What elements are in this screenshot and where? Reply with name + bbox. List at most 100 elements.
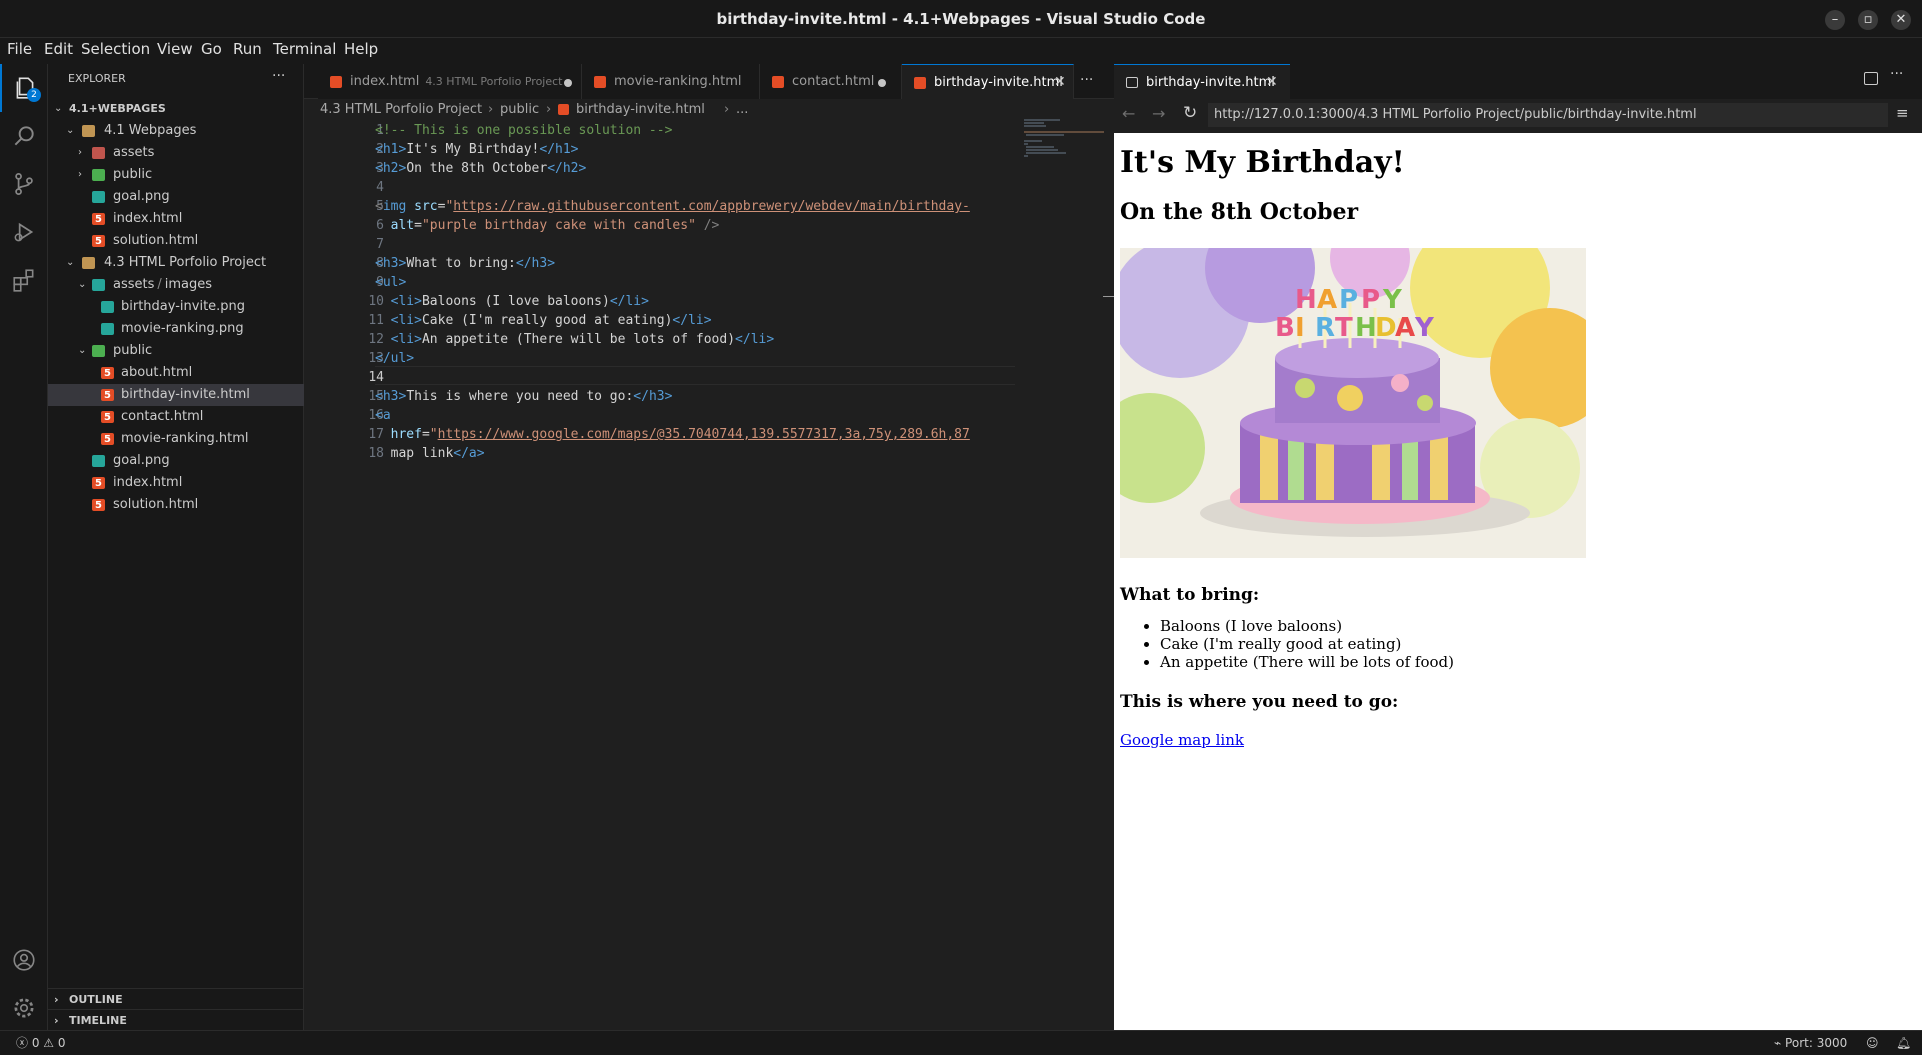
- notifications-bell-icon[interactable]: 🔔︎: [1896, 1031, 1911, 1055]
- feedback-icon[interactable]: ☺: [1866, 1031, 1879, 1055]
- tree-folder[interactable]: › assets: [48, 142, 304, 164]
- line-number: 18: [368, 446, 384, 461]
- reload-icon[interactable]: ↻: [1183, 103, 1197, 123]
- list-item: An appetite (There will be lots of food): [1160, 653, 1454, 671]
- tree-folder[interactable]: ⌄ 4.3 HTML Porfolio Project: [48, 252, 304, 274]
- extensions-icon[interactable]: [0, 256, 48, 304]
- unsaved-dot-icon: [878, 79, 886, 87]
- preview-more-button[interactable]: ···: [1890, 66, 1903, 82]
- outline-section[interactable]: › OUTLINE: [48, 988, 304, 1010]
- settings-gear-icon[interactable]: [0, 984, 48, 1032]
- tree-file[interactable]: movie-ranking.html: [48, 428, 304, 451]
- code-line: <h2>On the 8th October</h2>: [375, 161, 587, 176]
- tree-file[interactable]: movie-ranking.png: [48, 318, 304, 340]
- tree-file[interactable]: goal.png: [48, 450, 304, 472]
- close-window-button[interactable]: ✕: [1891, 10, 1911, 30]
- breadcrumb-symbol[interactable]: ...: [736, 99, 748, 121]
- folder-icon: [92, 169, 105, 181]
- breadcrumb-project[interactable]: 4.3 HTML Porfolio Project: [320, 99, 482, 121]
- url-input[interactable]: http://127.0.0.1:3000/4.3 HTML Porfolio …: [1208, 103, 1888, 127]
- close-tab-icon[interactable]: ✕: [1266, 65, 1278, 100]
- timeline-section[interactable]: › TIMELINE: [48, 1009, 304, 1031]
- forward-arrow-icon[interactable]: →: [1152, 104, 1165, 123]
- tree-folder[interactable]: › public: [48, 164, 304, 186]
- breadcrumb-public[interactable]: public: [500, 99, 539, 121]
- chevron-right-icon: ›: [488, 102, 494, 117]
- html-file-icon: [101, 385, 114, 407]
- tree-file-selected[interactable]: birthday-invite.html: [48, 384, 304, 407]
- line-number: 16: [368, 408, 384, 423]
- menu-run[interactable]: Run: [233, 40, 262, 58]
- line-number: 7: [376, 237, 384, 252]
- code-line: </ul>: [375, 351, 415, 366]
- cake-letter: P: [1339, 285, 1358, 315]
- tab-birthday-invite[interactable]: birthday-invite.html ✕: [902, 64, 1074, 99]
- page-heading: It's My Birthday!: [1120, 145, 1405, 180]
- maximize-button[interactable]: ▫: [1858, 10, 1878, 30]
- code-line: <a: [375, 408, 391, 423]
- where-heading: This is where you need to go:: [1120, 692, 1399, 712]
- search-icon[interactable]: [0, 112, 48, 160]
- chevron-down-icon: ⌄: [78, 279, 87, 290]
- port-indicator[interactable]: ⌁ Port: 3000: [1774, 1031, 1847, 1055]
- menu-help[interactable]: Help: [344, 40, 378, 58]
- cake-letter: Y: [1414, 313, 1435, 343]
- problems-indicator[interactable]: ⓧ 0 ⚠ 0: [16, 1031, 66, 1055]
- tree-folder[interactable]: ⌄ assets / images: [48, 274, 304, 296]
- status-bar: ⓧ 0 ⚠ 0 ⌁ Port: 3000 ☺ 🔔︎: [0, 1030, 1922, 1055]
- menu-view[interactable]: View: [157, 40, 193, 58]
- tree-file[interactable]: contact.html: [48, 406, 304, 429]
- account-icon[interactable]: [0, 936, 48, 984]
- chevron-down-icon: ⌄: [66, 257, 75, 268]
- breadcrumb: 4.3 HTML Porfolio Project › public › bir…: [304, 99, 1114, 121]
- code-line: <li>Baloons (I love baloons)</li>: [390, 294, 649, 309]
- html-file-icon: [772, 76, 784, 88]
- bring-list: Baloons (I love baloons) Cake (I'm reall…: [1160, 617, 1454, 671]
- explorer-more-button[interactable]: ···: [272, 68, 285, 84]
- image-file-icon: [92, 455, 105, 467]
- workspace-root[interactable]: ⌄ 4.1+WEBPAGES: [48, 98, 304, 120]
- source-control-icon[interactable]: [0, 160, 48, 208]
- tree-file[interactable]: goal.png: [48, 186, 304, 208]
- menu-go[interactable]: Go: [201, 40, 222, 58]
- preview-tab[interactable]: birthday-invite.html ✕: [1114, 64, 1290, 99]
- breadcrumb-file[interactable]: birthday-invite.html: [576, 99, 705, 121]
- folder-icon: [92, 345, 105, 357]
- minimap[interactable]: [1020, 117, 1110, 161]
- menu-selection[interactable]: Selection: [81, 40, 150, 58]
- menu-file[interactable]: File: [7, 40, 32, 58]
- html-file-icon: [330, 76, 342, 88]
- code-line: <img src="https://raw.githubusercontent.…: [375, 199, 970, 214]
- line-number: 3: [376, 161, 384, 176]
- menu-terminal[interactable]: Terminal: [273, 40, 336, 58]
- google-map-link[interactable]: Google map link: [1120, 731, 1244, 749]
- minimize-button[interactable]: –: [1825, 10, 1845, 30]
- browser-icon: [1126, 77, 1138, 88]
- tab-contact[interactable]: contact.html: [760, 64, 902, 99]
- tree-file[interactable]: solution.html: [48, 230, 304, 253]
- cake-letter: A: [1395, 313, 1415, 343]
- tree-folder[interactable]: ⌄ 4.1 Webpages: [48, 120, 304, 142]
- cake-letter: A: [1317, 285, 1337, 315]
- tab-movie-ranking[interactable]: movie-ranking.html: [582, 64, 760, 99]
- split-editor-icon[interactable]: [1864, 72, 1878, 85]
- run-debug-icon[interactable]: [0, 208, 48, 256]
- cake-letter: H: [1355, 313, 1377, 343]
- explorer-badge: 2: [27, 88, 41, 102]
- tree-file[interactable]: birthday-invite.png: [48, 296, 304, 318]
- tab-overflow-more-button[interactable]: ···: [1080, 72, 1093, 88]
- explorer-icon[interactable]: [0, 64, 48, 112]
- tree-file[interactable]: index.html: [48, 208, 304, 231]
- tab-index-html[interactable]: index.html 4.3 HTML Porfolio Project: [318, 64, 582, 99]
- tree-folder[interactable]: ⌄ public: [48, 340, 304, 362]
- close-tab-icon[interactable]: ✕: [1054, 65, 1066, 100]
- tree-file[interactable]: about.html: [48, 362, 304, 385]
- tree-file[interactable]: index.html: [48, 472, 304, 495]
- line-number: 2: [376, 142, 384, 157]
- chevron-right-icon: ›: [78, 169, 82, 180]
- back-arrow-icon[interactable]: ←: [1122, 104, 1135, 123]
- tree-file[interactable]: solution.html: [48, 494, 304, 517]
- menu-edit[interactable]: Edit: [44, 40, 73, 58]
- cake-topper-birthday: BI RTHDAY: [1275, 313, 1435, 343]
- browser-menu-icon[interactable]: ≡: [1896, 104, 1909, 122]
